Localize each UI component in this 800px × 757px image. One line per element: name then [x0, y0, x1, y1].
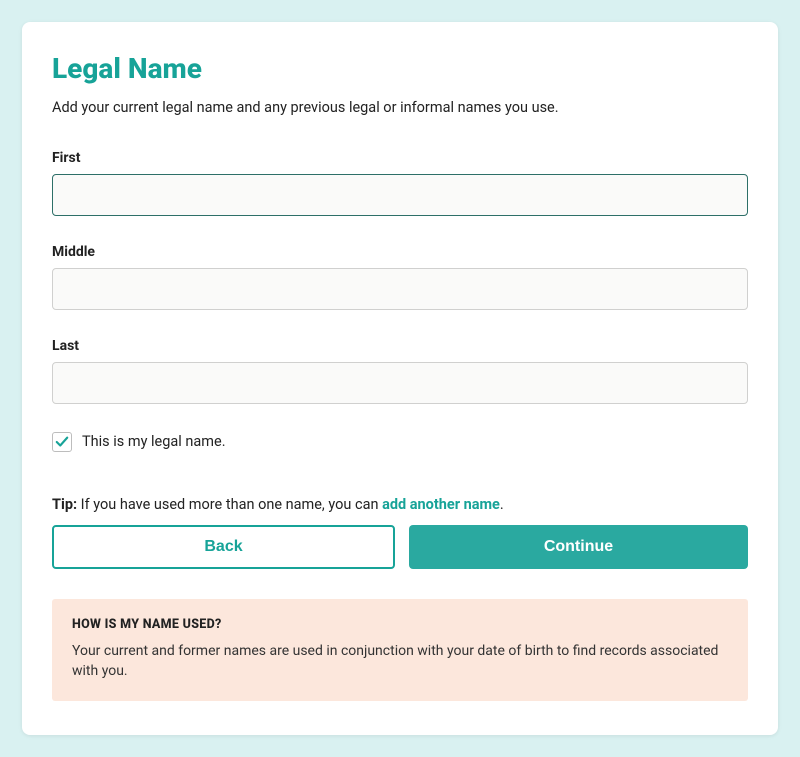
info-box: HOW IS MY NAME USED? Your current and fo… [52, 599, 748, 701]
middle-name-label: Middle [52, 244, 748, 260]
legal-name-checkbox[interactable] [52, 432, 72, 452]
tip-suffix: . [500, 496, 504, 513]
first-name-input[interactable] [52, 174, 748, 216]
info-title: HOW IS MY NAME USED? [72, 617, 728, 632]
legal-name-checkbox-row: This is my legal name. [52, 432, 748, 452]
form-card: Legal Name Add your current legal name a… [22, 22, 778, 735]
middle-name-group: Middle [52, 244, 748, 310]
check-icon [55, 435, 69, 449]
middle-name-input[interactable] [52, 268, 748, 310]
last-name-group: Last [52, 338, 748, 404]
tip-prefix: Tip: [52, 496, 77, 513]
first-name-label: First [52, 150, 748, 166]
back-button[interactable]: Back [52, 525, 395, 569]
page-subtitle: Add your current legal name and any prev… [52, 99, 748, 116]
last-name-label: Last [52, 338, 748, 354]
tip-text: If you have used more than one name, you… [77, 496, 382, 513]
last-name-input[interactable] [52, 362, 748, 404]
continue-button[interactable]: Continue [409, 525, 748, 569]
tip-line: Tip: If you have used more than one name… [52, 496, 748, 513]
add-another-name-link[interactable]: add another name [382, 496, 500, 513]
button-row: Back Continue [52, 525, 748, 569]
info-body: Your current and former names are used i… [72, 642, 728, 681]
page-title: Legal Name [52, 52, 748, 85]
legal-name-checkbox-label: This is my legal name. [82, 433, 226, 450]
first-name-group: First [52, 150, 748, 216]
